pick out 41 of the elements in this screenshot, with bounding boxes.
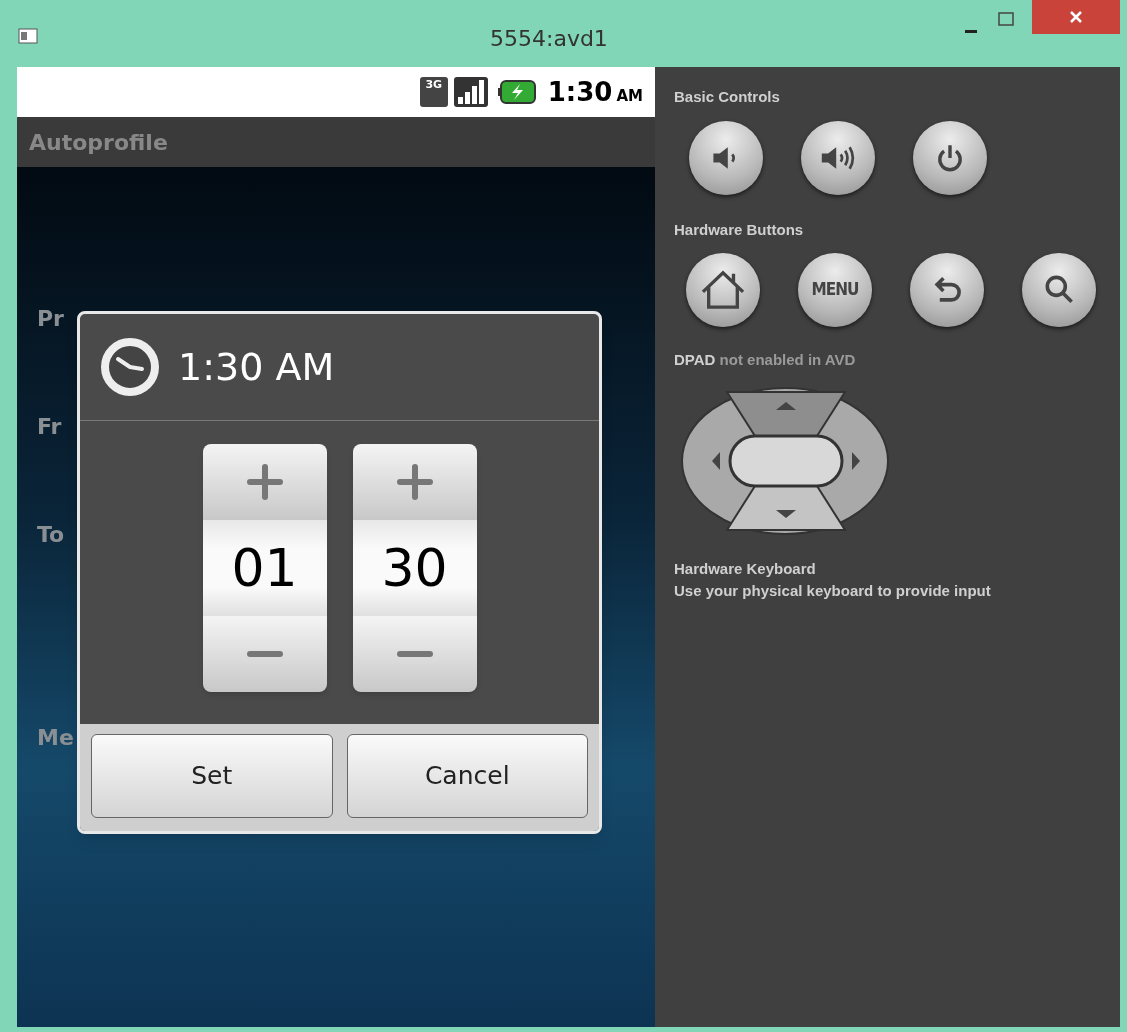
dpad-note: DPAD not enabled in AVD <box>674 350 857 370</box>
clock-time: 1:30 <box>547 75 613 109</box>
window-title: 5554:avd1 <box>490 25 608 53</box>
network-type-icon: 3G <box>419 77 448 107</box>
form-label: Me <box>37 724 75 752</box>
form-label: To <box>37 521 66 549</box>
window-app-icon <box>18 28 38 44</box>
plus-icon <box>244 462 285 502</box>
form-label: Pr <box>37 305 65 333</box>
section-heading: Hardware Buttons <box>674 219 805 240</box>
dialog-button[interactable]: Cancel <box>346 734 588 818</box>
section-heading: Hardware Keyboard <box>674 558 817 579</box>
plus-icon <box>394 462 435 502</box>
section-heading: Basic Controls <box>674 87 781 107</box>
clock-meridiem: AM <box>616 85 643 107</box>
close-icon <box>1069 10 1083 24</box>
minus-icon <box>394 649 435 659</box>
decrement-button[interactable] <box>352 616 477 692</box>
volume-up-button[interactable] <box>801 120 875 195</box>
dialog-button[interactable]: Set <box>91 734 333 818</box>
home-button[interactable] <box>686 253 760 327</box>
battery-charging-icon <box>497 80 536 104</box>
clock-icon <box>100 337 160 397</box>
menu-button[interactable]: MENU <box>798 253 872 327</box>
maximize-icon[interactable] <box>998 12 1014 26</box>
search-button[interactable] <box>1022 253 1096 327</box>
app-title: Autoprofile <box>29 128 168 157</box>
form-label: Fr <box>37 413 63 441</box>
power-button[interactable] <box>913 120 987 195</box>
keyboard-description: Use your physical keyboard to provide input <box>674 581 992 601</box>
increment-button[interactable] <box>352 444 477 520</box>
minus-icon <box>244 649 285 659</box>
volume-down-button[interactable] <box>689 120 763 195</box>
house-icon <box>699 269 747 311</box>
back-button[interactable] <box>910 253 984 327</box>
dialog-title: 1:30 AM <box>178 343 335 391</box>
picker-value[interactable]: 30 <box>352 520 477 616</box>
picker-value[interactable]: 01 <box>202 520 327 616</box>
decrement-button[interactable] <box>202 616 327 692</box>
signal-icon <box>453 77 488 107</box>
increment-button[interactable] <box>202 444 327 520</box>
